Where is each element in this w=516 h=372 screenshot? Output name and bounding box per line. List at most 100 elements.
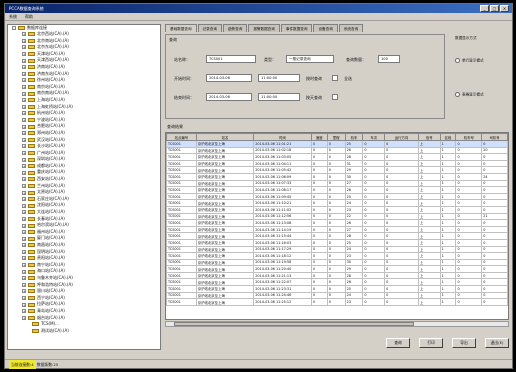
- table-row[interactable]: TCS001 京沪线北京至上海 2014-03-06 11:19:58 0 0 30 0 0 上…: [166, 258, 508, 267]
- tree-item[interactable]: + 兰州站(CA).(A): [8, 183, 160, 190]
- expand-icon[interactable]: +: [22, 249, 26, 254]
- type-select[interactable]: 一般记录查询: [286, 55, 334, 63]
- tree-subitem[interactable]: 测试站(CA).(A): [8, 328, 160, 335]
- column-header[interactable]: 车次: [362, 133, 386, 141]
- expand-icon[interactable]: +: [22, 289, 26, 294]
- column-header[interactable]: 运行方向: [384, 133, 419, 141]
- table-row[interactable]: TCS001 京沪线北京至上海 2014-03-06 11:11:02 0 0 23 0 0 上…: [166, 205, 508, 214]
- column-header[interactable]: 站点编号: [166, 133, 197, 141]
- tree-item[interactable]: + 呼和浩特站(CA).(A): [8, 282, 160, 289]
- tab-6[interactable]: 系统查询: [338, 24, 364, 32]
- expand-icon[interactable]: +: [22, 98, 26, 103]
- column-header[interactable]: 机车: [344, 133, 364, 141]
- tree-item[interactable]: + 徐州站(CA).(A): [8, 77, 160, 84]
- expand-icon[interactable]: +: [22, 104, 26, 109]
- tree-item[interactable]: + 南昌站(CA).(A): [8, 242, 160, 249]
- tree-item[interactable]: + 南京站(CA).(A): [8, 84, 160, 91]
- expand-icon[interactable]: +: [22, 315, 26, 320]
- tree-item[interactable]: + 天津西站(CA).(A): [8, 57, 160, 64]
- expand-icon[interactable]: +: [22, 71, 26, 76]
- column-header[interactable]: 机车号: [455, 133, 483, 141]
- scroll-thumb[interactable]: [174, 322, 414, 326]
- tab-5[interactable]: 设备查询: [313, 24, 338, 32]
- print-button[interactable]: 打印: [419, 338, 443, 348]
- tree-item[interactable]: + 北京东站(CA).(A): [8, 44, 160, 51]
- tree-item[interactable]: + 烟台站(CA).(A): [8, 315, 160, 322]
- start-time-input[interactable]: 11:00:00: [258, 74, 300, 82]
- tree-item[interactable]: + 宁波站(CA).(A): [8, 117, 160, 124]
- tree-item[interactable]: + 济南东站(CA).(A): [8, 71, 160, 78]
- expand-icon[interactable]: +: [22, 236, 26, 241]
- expand-icon[interactable]: +: [22, 170, 26, 175]
- tree-item[interactable]: + 乌鲁木齐站(CA).(A): [8, 275, 160, 282]
- tree-item[interactable]: + 上海站(CA).(A): [8, 97, 160, 104]
- minimize-button[interactable]: _: [480, 5, 489, 12]
- expand-icon[interactable]: +: [22, 144, 26, 149]
- tree-item[interactable]: + 青岛站(CA).(A): [8, 308, 160, 315]
- time-option-checkbox[interactable]: [332, 75, 338, 81]
- tree-item[interactable]: + 石家庄站(CA).(A): [8, 196, 160, 203]
- exit-button[interactable]: 退出(E): [485, 338, 509, 348]
- tree-item[interactable]: + 上海虹桥站(CA).(A): [8, 104, 160, 111]
- expand-icon[interactable]: +: [22, 131, 26, 136]
- expand-icon[interactable]: +: [22, 85, 26, 90]
- expand-icon[interactable]: +: [22, 157, 26, 162]
- table-row[interactable]: TCS001 京沪线北京至上海 2014-03-06 11:25:12 0 0 23 0 0 上…: [166, 298, 508, 306]
- table-row[interactable]: TCS001 京沪线北京至上海 2014-03-06 11:24:46 0 0 24 0 0 上…: [166, 291, 508, 300]
- tab-4[interactable]: 事件数据查询: [280, 24, 313, 32]
- start-date-input[interactable]: 2014-03-06: [206, 74, 252, 82]
- tree-item[interactable]: + 广州站(CA).(A): [8, 150, 160, 157]
- menu-help[interactable]: 帮助: [25, 13, 33, 20]
- expand-icon[interactable]: +: [22, 124, 26, 129]
- tree-item[interactable]: + 沈阳站(CA).(A): [8, 202, 160, 209]
- expand-icon[interactable]: +: [22, 78, 26, 83]
- column-header[interactable]: 速度: [310, 133, 328, 141]
- query-button[interactable]: 查询: [386, 338, 410, 348]
- table-row[interactable]: TCS001 京沪线北京至上海 2014-03-06 11:07:33 0 0 27 0 0 上…: [166, 179, 508, 188]
- table-row[interactable]: TCS001 京沪线北京至上海 2014-03-06 11:18:12 0 0 23 0 0 上…: [166, 252, 508, 260]
- tree-item[interactable]: + 北京西站(CA).(A): [8, 31, 160, 38]
- table-row[interactable]: TCS001 京沪线北京至上海 2014-03-06 11:01:21 0 0 25 0 0 上…: [166, 140, 508, 148]
- expand-icon[interactable]: +: [22, 91, 26, 96]
- table-row[interactable]: TCS001 京沪线北京至上海 2014-03-06 11:05:42 0 0 29 0 0 上…: [166, 166, 508, 174]
- column-header[interactable]: 时间: [253, 133, 312, 141]
- tree-item[interactable]: + 厦门站(CA).(A): [8, 235, 160, 242]
- tree-item[interactable]: + 天津站(CA).(A): [8, 51, 160, 58]
- tree-item[interactable]: + 重庆站(CA).(A): [8, 169, 160, 176]
- tab-2[interactable]: 趋势查询: [222, 24, 248, 32]
- expand-icon[interactable]: +: [22, 216, 26, 221]
- table-row[interactable]: TCS001 京沪线北京至上海 2014-03-06 11:04:11 0 0 31 0 0 上…: [166, 159, 508, 168]
- table-row[interactable]: TCS001 京沪线北京至上海 2014-03-06 11:03:05 0 0 28 0 0 上…: [166, 153, 508, 161]
- table-row[interactable]: TCS001 京沪线北京至上海 2014-03-06 11:21:13 0 0 28 0 0 上…: [166, 271, 508, 280]
- expand-icon[interactable]: +: [22, 223, 26, 228]
- expand-icon[interactable]: +: [22, 58, 26, 63]
- export-button[interactable]: 导出: [452, 338, 476, 348]
- expand-icon[interactable]: +: [22, 230, 26, 235]
- expand-icon[interactable]: +: [22, 210, 26, 215]
- tree-item[interactable]: + 银川站(CA).(A): [8, 288, 160, 295]
- column-header[interactable]: 站名: [195, 133, 255, 141]
- table-row[interactable]: TCS001 京沪线北京至上海 2014-03-06 11:10:21 0 0 24 0 0 上…: [166, 199, 508, 207]
- expand-icon[interactable]: +: [22, 190, 26, 195]
- tree-item[interactable]: + 北京南站(CA).(A): [8, 38, 160, 45]
- expand-icon[interactable]: +: [22, 197, 26, 202]
- table-row[interactable]: TCS001 京沪线北京至上海 2014-03-06 11:12:56 0 0 22 0 0 上…: [166, 212, 508, 221]
- count-input[interactable]: 100: [378, 55, 400, 63]
- column-header[interactable]: 信号: [417, 133, 441, 141]
- expand-icon[interactable]: +: [22, 263, 26, 268]
- column-header[interactable]: 司机号: [481, 133, 508, 141]
- table-row[interactable]: TCS001 京沪线北京至上海 2014-03-06 11:09:45 0 0 25 0 0 上…: [166, 192, 508, 201]
- table-row[interactable]: TCS001 京沪线北京至上海 2014-03-06 11:22:07 0 0 26 0 0 上…: [166, 278, 508, 287]
- tree-item[interactable]: + 福州站(CA).(A): [8, 229, 160, 236]
- tree-item[interactable]: + 成都站(CA).(A): [8, 163, 160, 170]
- expand-icon[interactable]: +: [22, 309, 26, 314]
- expand-icon[interactable]: +: [22, 52, 26, 57]
- table-row[interactable]: TCS001 京沪线北京至上海 2014-03-06 11:17:29 0 0 24 0 0 上…: [166, 245, 508, 254]
- tab-0[interactable]: 基础数据查询: [165, 24, 197, 32]
- tree-item[interactable]: + 大连站(CA).(A): [8, 209, 160, 216]
- maximize-button[interactable]: □: [490, 5, 499, 12]
- expand-icon[interactable]: +: [22, 111, 26, 116]
- display-mode-single[interactable]: 单行显示模式: [455, 58, 484, 64]
- column-header[interactable]: 里程: [326, 133, 346, 141]
- tree-item[interactable]: + 长春站(CA).(A): [8, 216, 160, 223]
